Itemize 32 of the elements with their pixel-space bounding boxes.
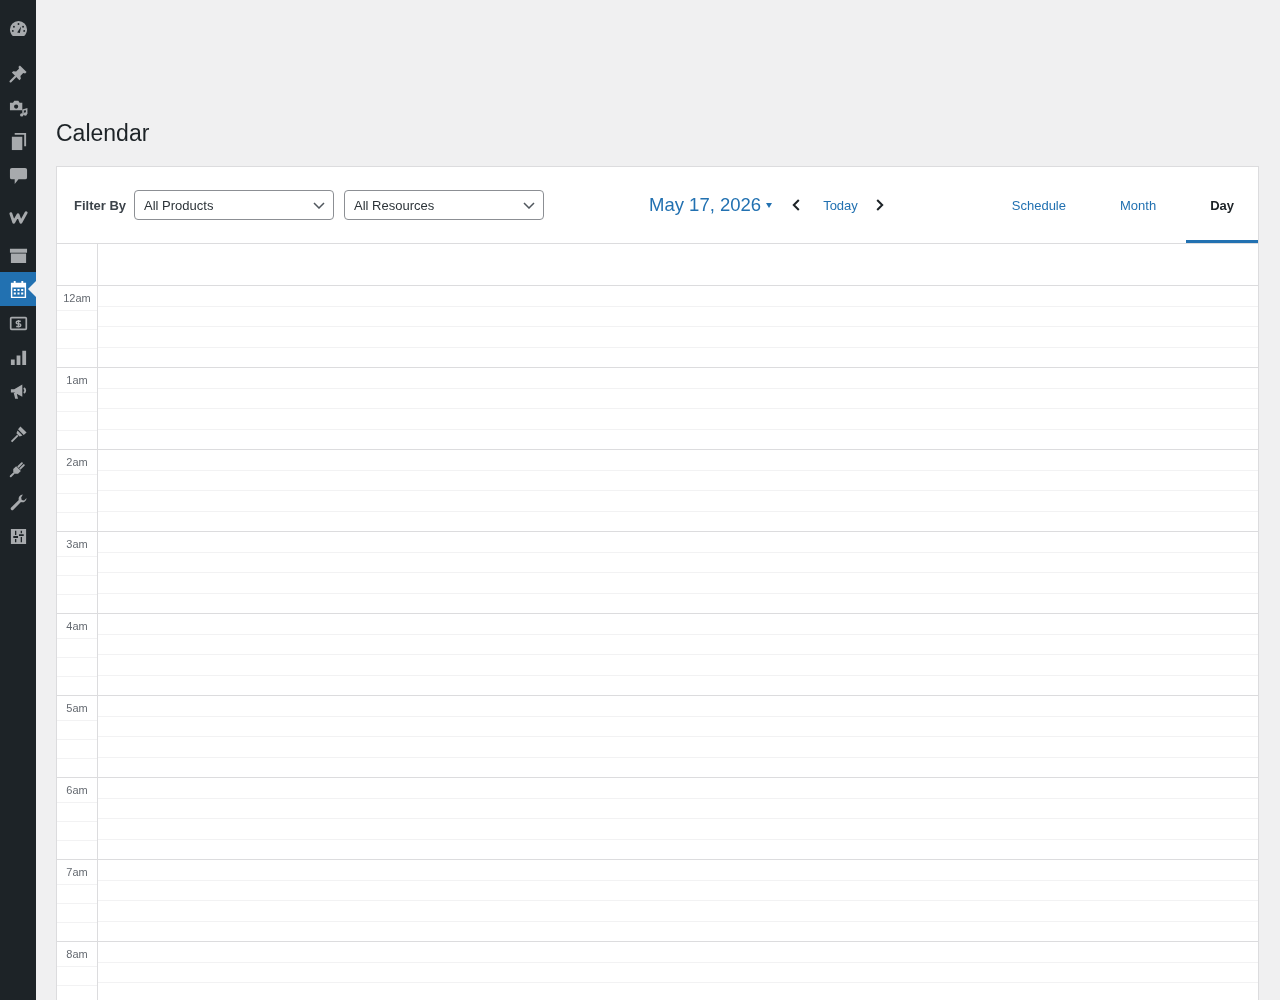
time-label: 7am xyxy=(66,866,88,878)
caret-down-icon xyxy=(766,202,773,208)
date-picker-button[interactable]: May 17, 2026 xyxy=(649,194,773,216)
time-label: 1am xyxy=(66,374,88,386)
filter-label: Filter By xyxy=(74,197,126,213)
view-tab[interactable]: Month xyxy=(1096,167,1181,243)
filter-select[interactable]: All Products xyxy=(134,190,334,220)
chevron-right-icon[interactable] xyxy=(875,199,884,211)
time-label: 5am xyxy=(66,702,88,714)
time-label: 3am xyxy=(66,538,88,550)
time-label: 4am xyxy=(66,620,88,632)
page-title: Calendar xyxy=(56,119,151,148)
calendar-icon xyxy=(8,279,28,299)
time-label: 8am xyxy=(66,948,88,960)
today-button[interactable]: Today xyxy=(823,197,858,213)
gauge-icon xyxy=(8,18,28,38)
filter-select[interactable]: All Resources xyxy=(344,190,544,220)
sliders-icon xyxy=(8,526,28,546)
view-tab[interactable]: Schedule xyxy=(987,167,1090,243)
speech-bubble-icon xyxy=(8,165,28,185)
pushpin-icon xyxy=(8,63,28,83)
paintbrush-icon xyxy=(8,424,28,444)
time-label: 6am xyxy=(66,784,88,796)
time-label: 12am xyxy=(63,292,91,304)
view-tab[interactable]: Day xyxy=(1186,167,1258,243)
time-label: 2am xyxy=(66,456,88,468)
menu-item[interactable] xyxy=(0,272,36,306)
pointer-notch-icon xyxy=(28,281,36,297)
chevron-left-icon[interactable] xyxy=(792,199,801,211)
wrench-icon xyxy=(8,492,28,512)
chevron-down-icon xyxy=(523,201,535,209)
chevron-down-icon xyxy=(313,201,325,209)
